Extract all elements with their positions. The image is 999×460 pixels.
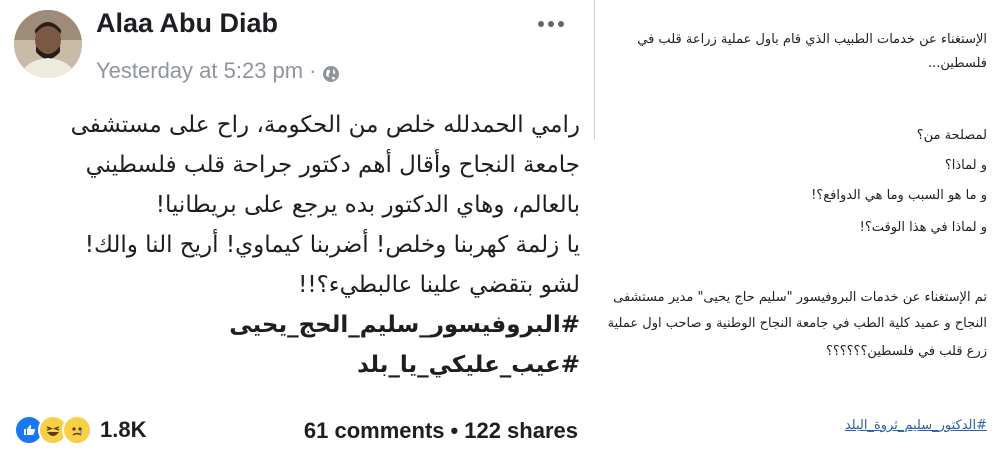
facebook-post: Alaa Abu Diab Yesterday at 5:23 pm · رام…	[0, 0, 594, 460]
reactions-summary[interactable]: 1.8K	[14, 415, 146, 445]
note-question: و لماذا؟	[944, 158, 987, 173]
panel-divider	[594, 0, 595, 140]
post-line: يا زلمة كهربنا وخلص! أضربنا كيماوي! أريح…	[84, 232, 580, 258]
hashtag-link[interactable]: #عيب_عليكي_يا_بلد	[40, 345, 580, 385]
note-hashtag-link[interactable]: #الدكتور_سليم_ثروة_البلد	[845, 418, 987, 433]
note-intro: الإستغناء عن خدمات الطبيب الذي قام باول …	[637, 32, 987, 47]
more-options-icon[interactable]	[536, 14, 566, 34]
post-line: لشو بتقضي علينا عالبطيء؟!!	[298, 272, 580, 298]
post-line: بالعالم، وهاي الدكتور بده يرجع على بريطا…	[155, 192, 580, 218]
post-body: رامي الحمدلله خلص من الحكومة، راح على مس…	[40, 105, 580, 385]
reaction-count: 1.8K	[100, 417, 147, 442]
avatar[interactable]	[14, 10, 82, 78]
post-stats: 61 comments • 122 shares	[304, 418, 578, 444]
post-line: جامعة النجاح وأقال أهم دكتور جراحة قلب ف…	[85, 152, 580, 178]
post-author[interactable]: Alaa Abu Diab	[96, 8, 278, 39]
meta-separator: ·	[309, 58, 317, 83]
sad-reaction-icon	[62, 415, 92, 445]
note-question: و ما هو السبب وما هي الدوافع؟!	[811, 188, 987, 203]
shared-note: الإستغناء عن خدمات الطبيب الذي قام باول …	[600, 0, 995, 460]
post-timestamp[interactable]: Yesterday at 5:23 pm	[96, 58, 303, 84]
hashtag-link[interactable]: #البروفيسور_سليم_الحج_يحيى	[40, 305, 580, 345]
note-body: زرع قلب في فلسطين؟؟؟؟؟؟	[825, 344, 987, 359]
note-intro: فلسطين...	[928, 56, 987, 71]
note-body: تم الإستغناء عن خدمات البروفيسور "سليم ح…	[613, 290, 987, 305]
post-meta: Yesterday at 5:23 pm ·	[96, 58, 340, 84]
note-question: و لماذا في هذا الوقت؟!	[859, 220, 987, 235]
stats-separator: •	[450, 418, 459, 443]
comments-count-link[interactable]: 61 comments	[304, 418, 445, 443]
post-line: رامي الحمدلله خلص من الحكومة، راح على مس…	[70, 112, 580, 138]
note-question: لمصلحة من؟	[916, 128, 987, 143]
shares-count-link[interactable]: 122 shares	[464, 418, 578, 443]
note-body: النجاح و عميد كلية الطب في جامعة النجاح …	[607, 316, 987, 331]
globe-icon[interactable]	[322, 63, 340, 82]
